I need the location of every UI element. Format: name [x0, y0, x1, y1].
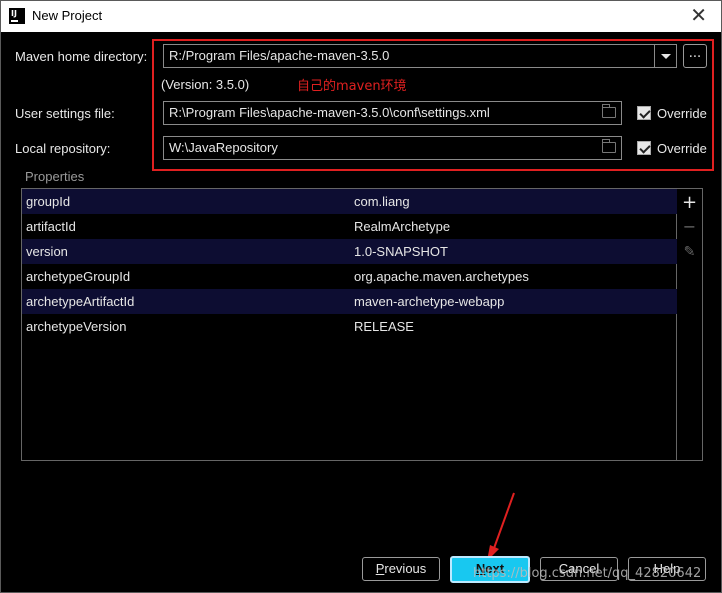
- property-value: org.apache.maven.archetypes: [354, 269, 529, 284]
- local-repository-override-label: Override: [657, 141, 707, 156]
- table-row[interactable]: artifactId RealmArchetype: [22, 214, 677, 239]
- browse-maven-home-button[interactable]: ...: [683, 44, 707, 68]
- property-value: 1.0-SNAPSHOT: [354, 244, 448, 259]
- property-key: archetypeVersion: [26, 319, 127, 334]
- property-key: artifactId: [26, 219, 76, 234]
- properties-table: groupId com.liang artifactId RealmArchet…: [21, 188, 677, 461]
- user-settings-label: User settings file:: [15, 106, 115, 121]
- user-settings-override-label: Override: [657, 106, 707, 121]
- new-project-dialog: IJ New Project ✕ Maven home directory: R…: [0, 0, 722, 593]
- previous-button[interactable]: Previous: [362, 557, 440, 581]
- maven-version-text: (Version: 3.5.0): [161, 77, 250, 92]
- maven-home-combo[interactable]: R:/Program Files/apache-maven-3.5.0: [163, 44, 677, 68]
- property-key: version: [26, 244, 68, 259]
- user-settings-value: R:\Program Files\apache-maven-3.5.0\conf…: [169, 105, 490, 120]
- watermark: https://blog.csdn.net/qq_42820642: [473, 566, 702, 581]
- user-settings-override-checkbox[interactable]: [637, 106, 651, 120]
- user-settings-field[interactable]: R:\Program Files\apache-maven-3.5.0\conf…: [163, 101, 622, 125]
- maven-home-label: Maven home directory:: [15, 49, 148, 64]
- local-repository-label: Local repository:: [15, 141, 111, 156]
- local-repository-override-checkbox[interactable]: [637, 141, 651, 155]
- window-title: New Project: [32, 8, 103, 23]
- local-repository-value: W:\JavaRepository: [169, 140, 278, 155]
- table-row[interactable]: version 1.0-SNAPSHOT: [22, 239, 677, 264]
- property-value: maven-archetype-webapp: [354, 294, 505, 309]
- close-icon[interactable]: ✕: [690, 3, 707, 27]
- folder-icon[interactable]: [602, 104, 616, 118]
- local-repository-field[interactable]: W:\JavaRepository: [163, 136, 622, 160]
- remove-icon[interactable]: −: [677, 217, 702, 236]
- folder-icon[interactable]: [602, 139, 616, 153]
- maven-home-value: R:/Program Files/apache-maven-3.5.0: [169, 48, 390, 63]
- table-row[interactable]: groupId com.liang: [22, 189, 677, 214]
- property-value: RealmArchetype: [354, 219, 451, 234]
- properties-toolbar: + − ✎: [677, 188, 703, 461]
- property-value: com.liang: [354, 194, 410, 209]
- edit-icon[interactable]: ✎: [677, 244, 702, 260]
- properties-title: Properties: [25, 169, 85, 184]
- property-key: archetypeGroupId: [26, 269, 131, 284]
- title-bar: IJ New Project ✕: [1, 1, 721, 32]
- annotation-text: 自己的maven环境: [297, 79, 407, 94]
- previous-label: revious: [384, 561, 427, 576]
- property-value: RELEASE: [354, 319, 414, 334]
- table-row[interactable]: archetypeVersion RELEASE: [22, 314, 677, 339]
- chevron-down-icon[interactable]: [654, 45, 676, 67]
- table-row[interactable]: archetypeGroupId org.apache.maven.archet…: [22, 264, 677, 289]
- add-icon[interactable]: +: [677, 192, 702, 213]
- property-key: groupId: [26, 194, 71, 209]
- intellij-app-icon: IJ: [9, 8, 25, 24]
- property-key: archetypeArtifactId: [26, 294, 135, 309]
- table-row[interactable]: archetypeArtifactId maven-archetype-weba…: [22, 289, 677, 314]
